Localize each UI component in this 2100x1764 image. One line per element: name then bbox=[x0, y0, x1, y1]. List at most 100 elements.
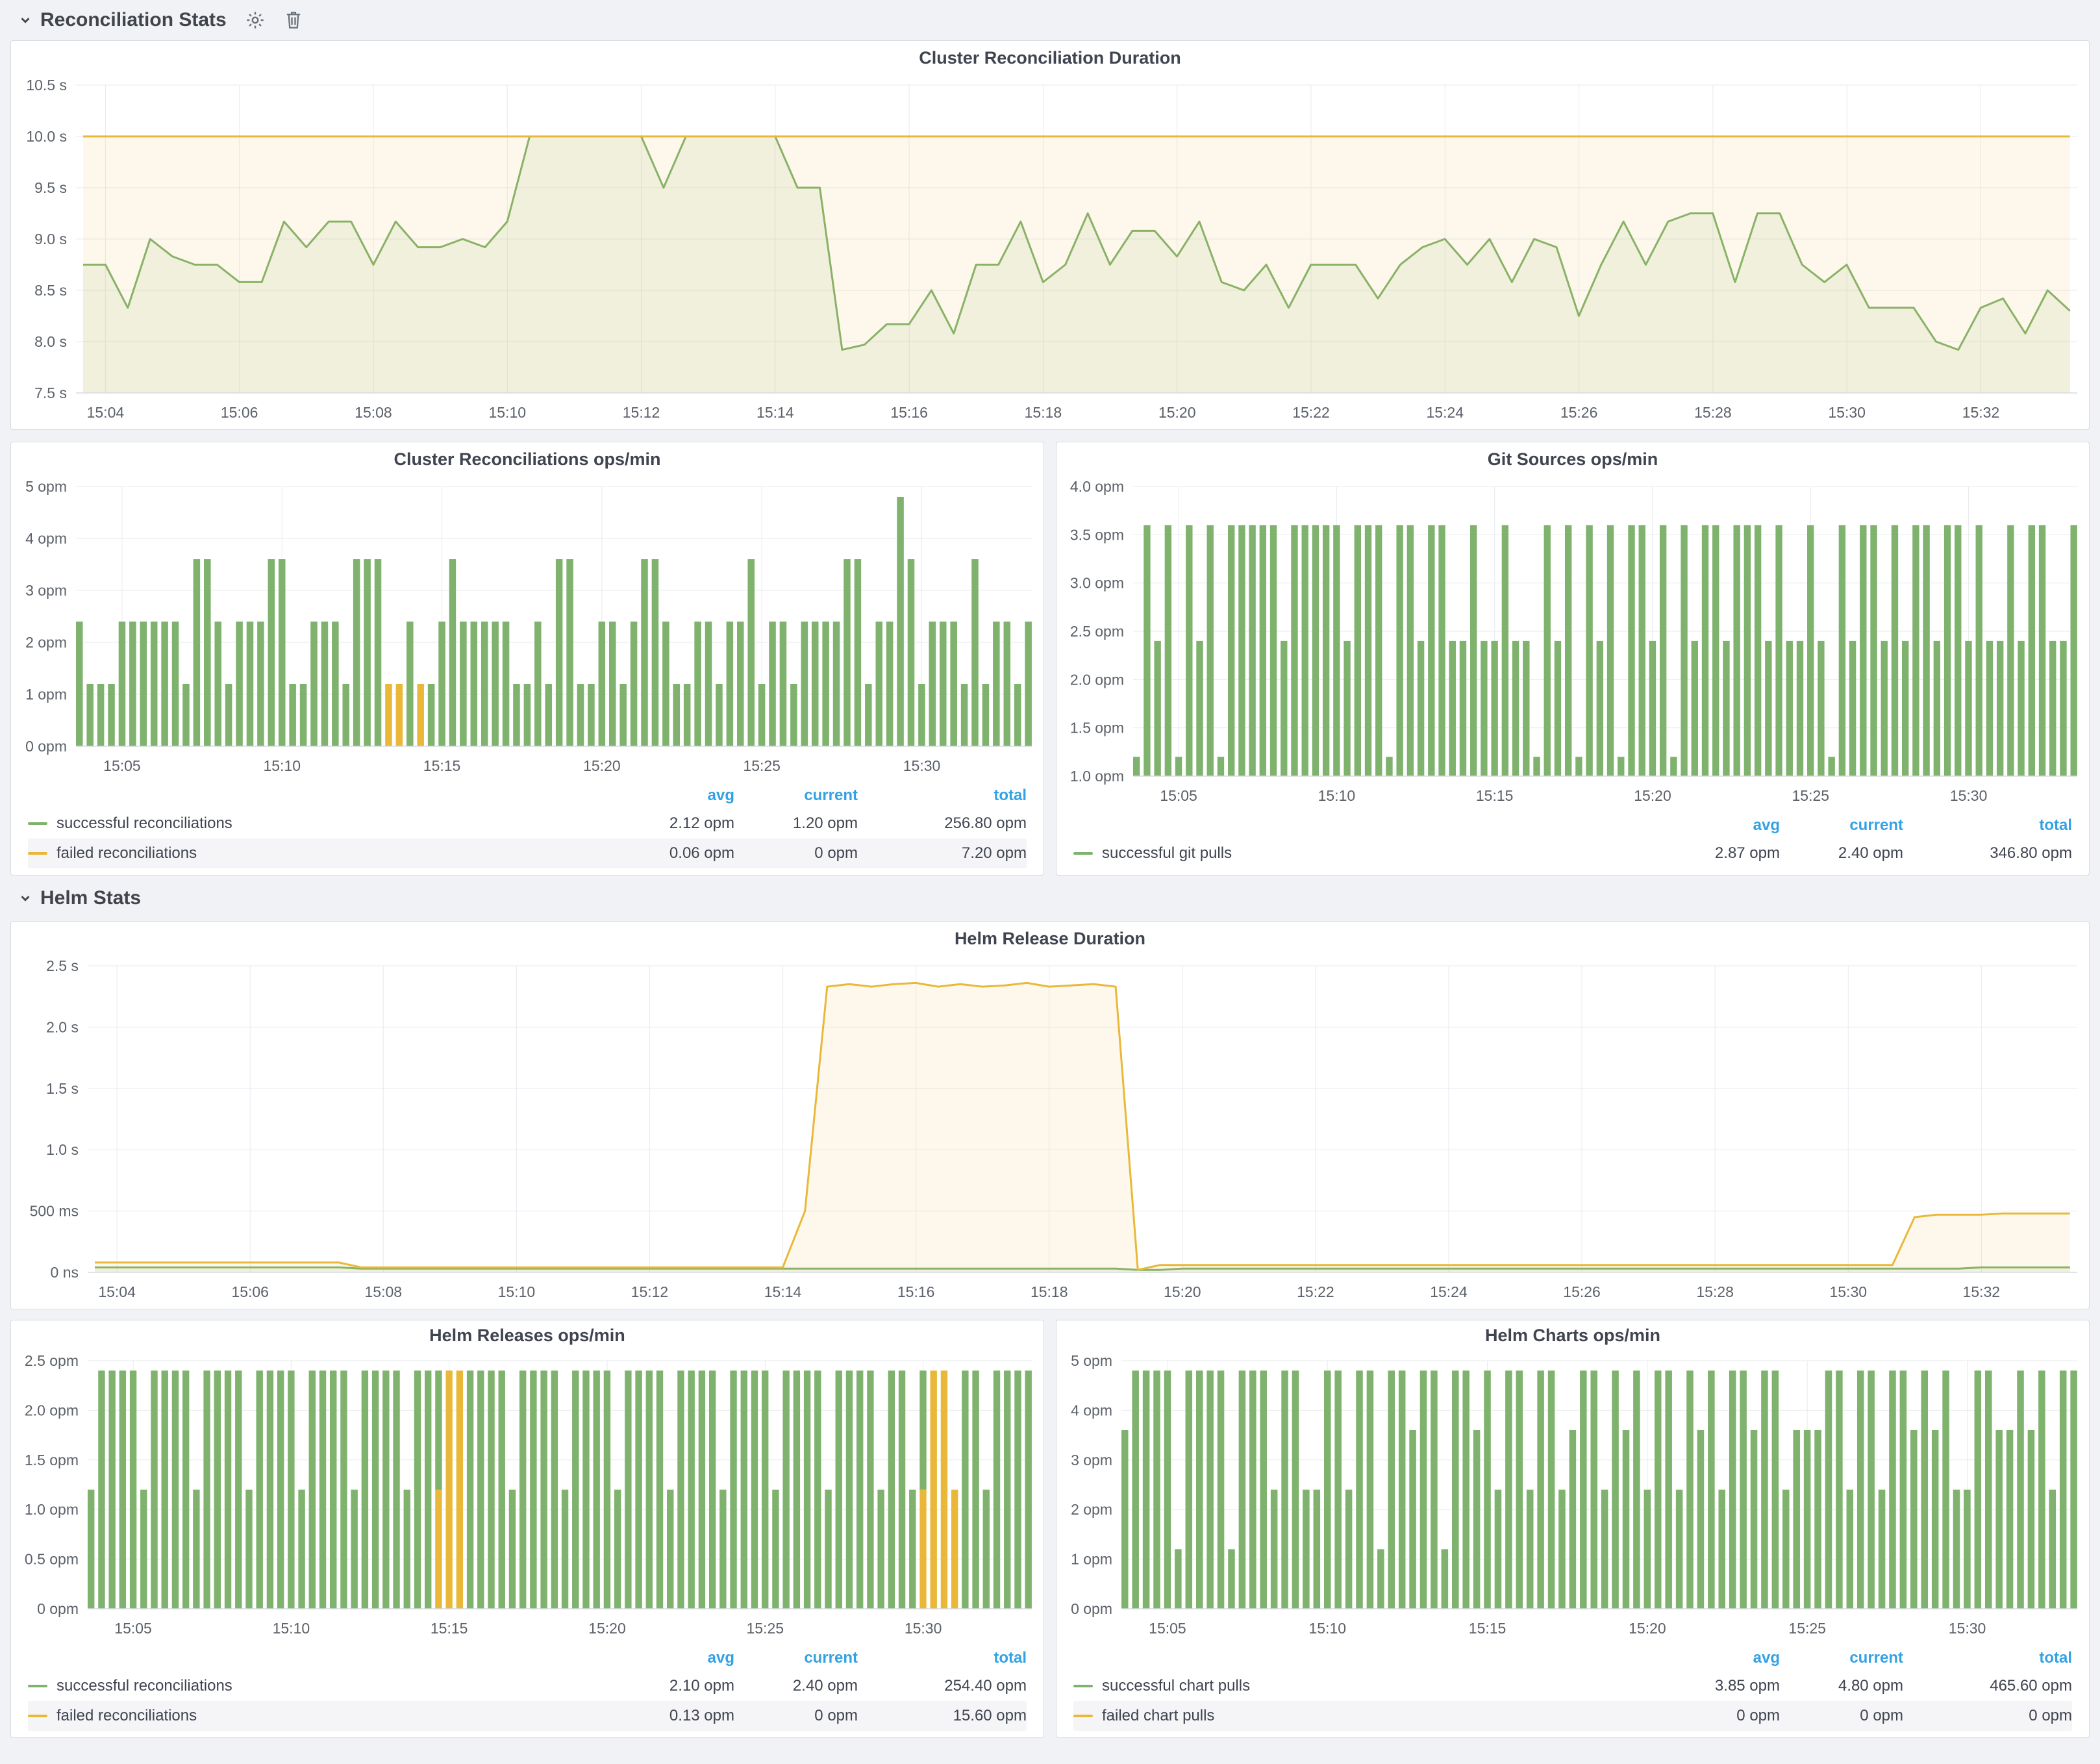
panel-helm-charts-opm: Helm Charts ops/min 0 opm1 opm2 opm3 opm… bbox=[1056, 1320, 2090, 1738]
svg-text:15:32: 15:32 bbox=[1962, 404, 2000, 421]
panel-cluster-reconciliations-opm: Cluster Reconciliations ops/min 0 opm1 o… bbox=[10, 442, 1044, 876]
svg-text:15:10: 15:10 bbox=[1308, 1620, 1346, 1637]
legend-col-current[interactable]: current bbox=[1780, 1649, 1903, 1667]
series-color-dash bbox=[28, 1685, 47, 1687]
series-avg: 2.12 opm bbox=[611, 814, 734, 833]
svg-text:15:05: 15:05 bbox=[1149, 1620, 1186, 1637]
chart-helm-releases-opm[interactable]: 0 opm0.5 opm1.0 opm1.5 opm2.0 opm2.5 opm… bbox=[11, 1350, 1044, 1645]
svg-text:15:25: 15:25 bbox=[747, 1620, 784, 1637]
series-color-dash bbox=[1073, 852, 1093, 855]
svg-text:15:14: 15:14 bbox=[764, 1283, 802, 1300]
chart-helm-charts-opm[interactable]: 0 opm1 opm2 opm3 opm4 opm5 opm15:0515:10… bbox=[1056, 1350, 2089, 1645]
svg-text:15:28: 15:28 bbox=[1696, 1283, 1734, 1300]
section-toggle-helm-stats[interactable]: Helm Stats bbox=[18, 887, 141, 909]
svg-text:15:06: 15:06 bbox=[231, 1283, 269, 1300]
legend-row-successful-reconciliations[interactable]: successful reconciliations 2.12 opm 1.20… bbox=[28, 809, 1027, 838]
svg-text:4.0 opm: 4.0 opm bbox=[1070, 478, 1124, 495]
svg-text:15:20: 15:20 bbox=[1634, 787, 1671, 804]
panel-title[interactable]: Helm Charts ops/min bbox=[1056, 1320, 2089, 1350]
grafana-dashboard: Reconciliation Stats bbox=[0, 0, 2100, 1764]
svg-text:3.5 opm: 3.5 opm bbox=[1070, 526, 1124, 543]
panel-title[interactable]: Cluster Reconciliations ops/min bbox=[11, 442, 1044, 476]
series-avg: 0.06 opm bbox=[611, 844, 734, 863]
legend-col-total[interactable]: total bbox=[1903, 816, 2072, 835]
legend-row-successful-git-pulls[interactable]: successful git pulls 2.87 opm 2.40 opm 3… bbox=[1073, 838, 2072, 868]
section-settings-button[interactable] bbox=[245, 10, 266, 31]
svg-text:15:12: 15:12 bbox=[631, 1283, 669, 1300]
series-current: 2.40 opm bbox=[1780, 844, 1903, 863]
series-color-dash bbox=[28, 1715, 47, 1717]
legend-col-avg[interactable]: avg bbox=[611, 787, 734, 805]
svg-text:3 opm: 3 opm bbox=[25, 582, 67, 599]
series-avg: 0.13 opm bbox=[611, 1707, 734, 1725]
legend-row-successful-chart-pulls[interactable]: successful chart pulls 3.85 opm 4.80 opm… bbox=[1073, 1671, 2072, 1701]
legend-row-failed-reconciliations[interactable]: failed reconciliations 0.06 opm 0 opm 7.… bbox=[28, 838, 1027, 868]
section-toggle-reconciliation-stats[interactable]: Reconciliation Stats bbox=[18, 9, 227, 31]
svg-text:9.5 s: 9.5 s bbox=[34, 179, 67, 196]
series-total: 7.20 opm bbox=[858, 844, 1027, 863]
legend-row-successful-reconciliations[interactable]: successful reconciliations 2.10 opm 2.40… bbox=[28, 1671, 1027, 1701]
svg-text:0 opm: 0 opm bbox=[37, 1600, 79, 1617]
panel-title[interactable]: Cluster Reconciliation Duration bbox=[11, 41, 2089, 75]
svg-text:15:16: 15:16 bbox=[897, 1283, 935, 1300]
panel-title[interactable]: Git Sources ops/min bbox=[1056, 442, 2089, 476]
series-total: 256.80 opm bbox=[858, 814, 1027, 833]
section-title: Reconciliation Stats bbox=[40, 9, 227, 31]
svg-text:15:20: 15:20 bbox=[588, 1620, 626, 1637]
chart-cluster-reconciliation-duration[interactable]: 7.5 s8.0 s8.5 s9.0 s9.5 s10.0 s10.5 s15:… bbox=[11, 75, 2089, 429]
svg-text:2.0 opm: 2.0 opm bbox=[1070, 671, 1124, 688]
legend-col-avg[interactable]: avg bbox=[1656, 816, 1780, 835]
svg-text:15:32: 15:32 bbox=[1963, 1283, 2001, 1300]
svg-text:0 opm: 0 opm bbox=[25, 738, 67, 755]
section-reconciliation-stats: Reconciliation Stats bbox=[10, 0, 2090, 40]
legend-col-total[interactable]: total bbox=[858, 1649, 1027, 1667]
chart-helm-release-duration[interactable]: 0 ns500 ms1.0 s1.5 s2.0 s2.5 s15:0415:06… bbox=[11, 955, 2089, 1309]
svg-text:15:18: 15:18 bbox=[1025, 404, 1062, 421]
panel-title[interactable]: Helm Releases ops/min bbox=[11, 1320, 1044, 1350]
series-name: failed chart pulls bbox=[1102, 1707, 1214, 1725]
legend-col-total[interactable]: total bbox=[858, 787, 1027, 805]
legend-col-current[interactable]: current bbox=[1780, 816, 1903, 835]
series-name: successful reconciliations bbox=[56, 1677, 232, 1695]
svg-text:3 opm: 3 opm bbox=[1071, 1452, 1112, 1468]
svg-text:15:30: 15:30 bbox=[903, 757, 941, 774]
svg-text:15:26: 15:26 bbox=[1563, 1283, 1601, 1300]
series-color-dash bbox=[1073, 1685, 1093, 1687]
series-avg: 2.10 opm bbox=[611, 1677, 734, 1695]
chart-git-sources-opm[interactable]: 1.0 opm1.5 opm2.0 opm2.5 opm3.0 opm3.5 o… bbox=[1056, 476, 2089, 813]
svg-text:15:25: 15:25 bbox=[1788, 1620, 1826, 1637]
series-current: 4.80 opm bbox=[1780, 1677, 1903, 1695]
legend-col-avg[interactable]: avg bbox=[611, 1649, 734, 1667]
section-delete-button[interactable] bbox=[284, 10, 303, 31]
svg-text:1 opm: 1 opm bbox=[1071, 1551, 1112, 1568]
svg-text:15:10: 15:10 bbox=[263, 757, 301, 774]
svg-text:1.0 s: 1.0 s bbox=[46, 1141, 79, 1158]
svg-text:15:08: 15:08 bbox=[355, 404, 392, 421]
svg-text:1.5 s: 1.5 s bbox=[46, 1080, 79, 1097]
svg-text:2.5 opm: 2.5 opm bbox=[25, 1352, 79, 1369]
svg-text:2 opm: 2 opm bbox=[1071, 1501, 1112, 1518]
legend-col-current[interactable]: current bbox=[734, 1649, 858, 1667]
series-total: 254.40 opm bbox=[858, 1677, 1027, 1695]
panel-helm-releases-opm: Helm Releases ops/min 0 opm0.5 opm1.0 op… bbox=[10, 1320, 1044, 1738]
svg-text:7.5 s: 7.5 s bbox=[34, 384, 67, 401]
series-current: 1.20 opm bbox=[734, 814, 858, 833]
svg-text:2.5 s: 2.5 s bbox=[46, 957, 79, 974]
svg-text:15:15: 15:15 bbox=[1469, 1620, 1506, 1637]
chart-cluster-reconciliations-opm[interactable]: 0 opm1 opm2 opm3 opm4 opm5 opm15:0515:10… bbox=[11, 476, 1044, 783]
svg-text:15:25: 15:25 bbox=[1792, 787, 1830, 804]
svg-text:4 opm: 4 opm bbox=[25, 530, 67, 547]
svg-text:1.0 opm: 1.0 opm bbox=[25, 1501, 79, 1518]
series-name: failed reconciliations bbox=[56, 844, 197, 863]
svg-text:15:10: 15:10 bbox=[498, 1283, 536, 1300]
svg-text:15:04: 15:04 bbox=[98, 1283, 136, 1300]
panel-title[interactable]: Helm Release Duration bbox=[11, 922, 2089, 955]
legend-col-avg[interactable]: avg bbox=[1656, 1649, 1780, 1667]
svg-text:15:30: 15:30 bbox=[1949, 1620, 1986, 1637]
legend-row-failed-chart-pulls[interactable]: failed chart pulls 0 opm 0 opm 0 opm bbox=[1073, 1701, 2072, 1731]
svg-text:15:20: 15:20 bbox=[1629, 1620, 1666, 1637]
legend-col-total[interactable]: total bbox=[1903, 1649, 2072, 1667]
legend-row-failed-reconciliations[interactable]: failed reconciliations 0.13 opm 0 opm 15… bbox=[28, 1701, 1027, 1731]
svg-text:15:24: 15:24 bbox=[1430, 1283, 1468, 1300]
legend-col-current[interactable]: current bbox=[734, 787, 858, 805]
